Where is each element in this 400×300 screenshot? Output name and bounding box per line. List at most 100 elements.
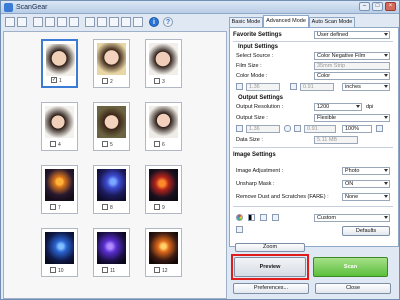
select-all-icon[interactable] <box>85 17 95 27</box>
preview-button[interactable]: Preview <box>234 257 306 277</box>
data-size-value: 5.11 MB <box>317 137 338 143</box>
photo-2 <box>97 43 126 75</box>
new-file-icon[interactable] <box>5 17 15 27</box>
thumbnail-5[interactable]: 5 <box>93 102 130 151</box>
width-icon <box>236 83 243 90</box>
check-all-icon[interactable] <box>97 17 107 27</box>
photo-3 <box>149 43 178 75</box>
thumbnail-3[interactable]: 3 <box>145 39 182 88</box>
unit-value: inches <box>345 84 361 90</box>
scan-button[interactable]: Scan <box>313 257 388 277</box>
divider <box>233 147 393 148</box>
maximize-button[interactable]: □ <box>372 2 383 11</box>
thumbnail-toolbar: i ? <box>3 15 228 30</box>
minimize-button[interactable]: – <box>359 2 370 11</box>
output-size-dropdown[interactable]: Flexible <box>314 114 390 122</box>
photo-7 <box>45 169 74 201</box>
thumbnail-checkbox[interactable] <box>154 141 160 147</box>
thumbnail-checkbox[interactable] <box>102 267 108 273</box>
close-button[interactable]: Close <box>315 283 391 294</box>
thumbnail-2[interactable]: 2 <box>93 39 130 88</box>
help-icon[interactable]: ? <box>163 17 173 27</box>
favorite-settings-label: Favorite Settings <box>233 32 282 38</box>
favorite-settings-dropdown[interactable]: User defined <box>314 31 390 39</box>
film-size-field: 35mm Strip <box>314 62 390 70</box>
final-review-icon[interactable] <box>236 226 243 233</box>
output-height-field[interactable]: 0.91 <box>304 125 336 133</box>
thumbnail-8[interactable]: 8 <box>93 165 130 214</box>
thumbnail-number: 6 <box>162 142 165 148</box>
thumbnail-checkbox[interactable] <box>102 141 108 147</box>
tab-auto-scan-mode[interactable]: Auto Scan Mode <box>309 17 355 27</box>
input-width-field[interactable]: 1.36 <box>246 83 280 91</box>
output-width-value: 1.36 <box>249 126 260 132</box>
defaults-button[interactable]: Defaults <box>342 226 390 236</box>
thumbnail-1[interactable]: ✓ 1 <box>41 39 78 88</box>
unit-dropdown[interactable]: inches <box>342 83 390 91</box>
switch-aspect-icon[interactable] <box>376 125 383 132</box>
tab-basic-mode[interactable]: Basic Mode <box>229 17 263 27</box>
remove-dust-dropdown[interactable]: None <box>342 193 390 201</box>
thumbnail-checkbox[interactable] <box>154 78 160 84</box>
color-balance-icon[interactable] <box>236 214 243 221</box>
unsharp-mask-dropdown[interactable]: ON <box>342 180 390 188</box>
thumbnail-checkbox[interactable]: ✓ <box>51 77 57 83</box>
image-adjustment-value: Photo <box>345 168 360 174</box>
thumbnail-11[interactable]: 11 <box>93 228 130 277</box>
thumbnail-checkbox[interactable] <box>154 267 160 273</box>
output-width-field[interactable]: 1.36 <box>246 125 280 133</box>
thumbnail-checkbox[interactable] <box>154 204 160 210</box>
thumbnail-10[interactable]: 10 <box>41 228 78 277</box>
preferences-button[interactable]: Preferences... <box>233 283 309 294</box>
chevron-down-icon <box>384 116 388 119</box>
photo-9 <box>149 169 178 201</box>
thumbnail-number: 10 <box>58 268 64 274</box>
input-height-field[interactable]: 0.91 <box>300 83 334 91</box>
brightness-contrast-icon[interactable] <box>248 214 255 221</box>
chevron-down-icon <box>384 216 388 219</box>
uncheck-all-icon[interactable] <box>109 17 119 27</box>
thumbnail-number: 11 <box>110 268 116 274</box>
close-window-button[interactable]: × <box>385 2 396 11</box>
photo-11 <box>97 232 126 264</box>
photo-8 <box>97 169 126 201</box>
photo-5 <box>97 106 126 138</box>
chevron-down-icon <box>356 105 360 108</box>
auto-crop-icon[interactable] <box>57 17 67 27</box>
invert-icon[interactable] <box>69 17 79 27</box>
thumbnail-checkbox[interactable] <box>50 267 56 273</box>
thumbnail-9[interactable]: 9 <box>145 165 182 214</box>
scale-value: 100% <box>345 126 360 132</box>
link-icon[interactable] <box>284 125 291 132</box>
thumbnail-checkbox[interactable] <box>50 141 56 147</box>
color-mode-dropdown[interactable]: Color <box>314 72 390 80</box>
thumbnail-view-icon[interactable] <box>17 17 27 27</box>
tab-advanced-mode[interactable]: Advanced Mode <box>263 15 309 27</box>
chevron-down-icon <box>384 33 388 36</box>
image-adjustment-dropdown[interactable]: Photo <box>342 167 390 175</box>
delete-crop-icon[interactable] <box>133 17 143 27</box>
output-resolution-dropdown[interactable]: 1200 <box>314 103 362 111</box>
thumbnail-6[interactable]: 6 <box>145 102 182 151</box>
custom-dropdown[interactable]: Custom <box>314 214 390 222</box>
select-source-label: Select Source : <box>236 53 274 59</box>
data-size-label: Data Size : <box>236 137 263 143</box>
rotate-right-icon[interactable] <box>45 17 55 27</box>
histogram-icon[interactable] <box>260 214 267 221</box>
multi-crop-icon[interactable] <box>121 17 131 27</box>
info-icon[interactable]: i <box>149 17 159 27</box>
zoom-button[interactable]: Zoom <box>235 243 305 252</box>
thumbnail-12[interactable]: 12 <box>145 228 182 277</box>
select-source-dropdown[interactable]: Color Negative Film <box>314 52 390 60</box>
app-icon <box>4 3 13 12</box>
thumbnail-checkbox[interactable] <box>102 204 108 210</box>
rotate-left-icon[interactable] <box>33 17 43 27</box>
thumbnail-checkbox[interactable] <box>102 78 108 84</box>
scale-field[interactable]: 100% <box>342 125 372 133</box>
settings-panel: Favorite Settings User defined Input Set… <box>229 27 399 247</box>
tone-curve-icon[interactable] <box>272 214 279 221</box>
thumbnail-7[interactable]: 7 <box>41 165 78 214</box>
thumbnail-4[interactable]: 4 <box>41 102 78 151</box>
favorite-settings-value: User defined <box>317 32 349 38</box>
thumbnail-checkbox[interactable] <box>50 204 56 210</box>
